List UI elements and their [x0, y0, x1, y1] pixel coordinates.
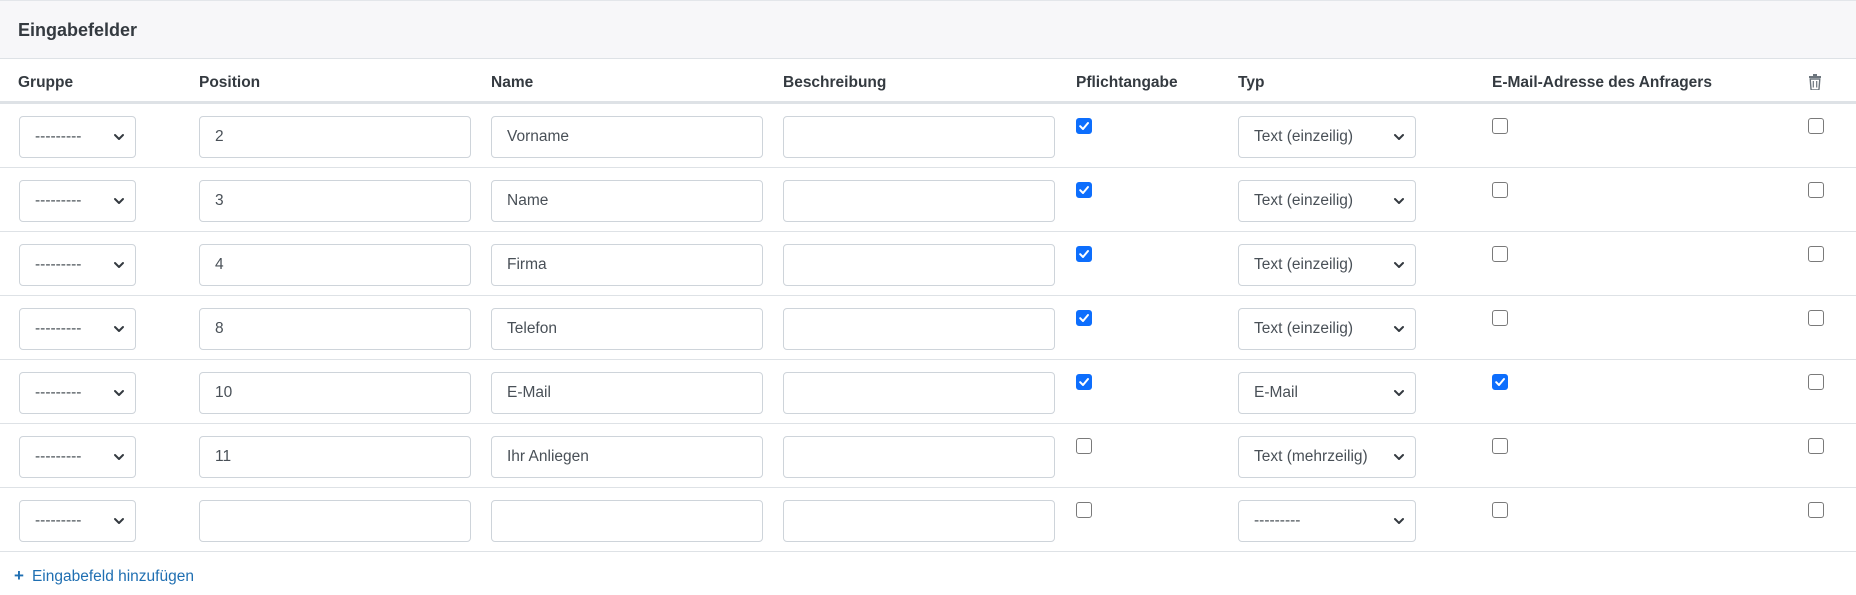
- beschreibung-input[interactable]: [783, 308, 1055, 350]
- pflichtangabe-checkbox[interactable]: [1076, 374, 1092, 390]
- position-input[interactable]: 10: [199, 372, 471, 414]
- beschreibung-input[interactable]: [783, 436, 1055, 478]
- pflichtangabe-checkbox[interactable]: [1076, 438, 1092, 454]
- chevron-down-icon: [1394, 390, 1404, 396]
- column-header-pflichtangabe: Pflichtangabe: [1076, 74, 1178, 91]
- email-checkbox[interactable]: [1492, 438, 1508, 454]
- position-input[interactable]: [199, 500, 471, 542]
- position-input[interactable]: 3: [199, 180, 471, 222]
- chevron-down-icon: [114, 134, 124, 140]
- beschreibung-input[interactable]: [783, 244, 1055, 286]
- email-checkbox[interactable]: [1492, 310, 1508, 326]
- add-field-link[interactable]: + Eingabefeld hinzufügen: [14, 566, 194, 586]
- table-row: --------- 8 Telefon Text (einzeilig): [0, 296, 1856, 360]
- typ-select[interactable]: Text (einzeilig): [1238, 308, 1416, 350]
- email-checkbox[interactable]: [1492, 374, 1508, 390]
- table-header: Gruppe Position Name Beschreibung Pflich…: [0, 59, 1856, 104]
- chevron-down-icon: [1394, 326, 1404, 332]
- card-title: Eingabefelder: [18, 20, 138, 40]
- typ-select[interactable]: ---------: [1238, 500, 1416, 542]
- trash-icon: [1809, 74, 1821, 90]
- beschreibung-input[interactable]: [783, 180, 1055, 222]
- chevron-down-icon: [1394, 454, 1404, 460]
- pflichtangabe-checkbox[interactable]: [1076, 182, 1092, 198]
- position-input[interactable]: 11: [199, 436, 471, 478]
- column-header-beschreibung: Beschreibung: [783, 74, 887, 91]
- chevron-down-icon: [114, 390, 124, 396]
- column-header-typ: Typ: [1238, 74, 1265, 91]
- typ-select[interactable]: Text (einzeilig): [1238, 244, 1416, 286]
- name-input[interactable]: Firma: [491, 244, 763, 286]
- delete-checkbox[interactable]: [1808, 502, 1824, 518]
- plus-icon: +: [14, 566, 24, 585]
- beschreibung-input[interactable]: [783, 372, 1055, 414]
- name-input[interactable]: Ihr Anliegen: [491, 436, 763, 478]
- typ-select[interactable]: Text (einzeilig): [1238, 116, 1416, 158]
- delete-checkbox[interactable]: [1808, 246, 1824, 262]
- gruppe-select[interactable]: ---------: [19, 372, 136, 414]
- email-checkbox[interactable]: [1492, 118, 1508, 134]
- table-row: --------- 4 Firma Text (einzeilig): [0, 232, 1856, 296]
- beschreibung-input[interactable]: [783, 500, 1055, 542]
- column-header-gruppe: Gruppe: [18, 74, 74, 91]
- email-checkbox[interactable]: [1492, 502, 1508, 518]
- add-field-label: Eingabefeld hinzufügen: [31, 568, 194, 585]
- beschreibung-input[interactable]: [783, 116, 1055, 158]
- chevron-down-icon: [114, 326, 124, 332]
- chevron-down-icon: [1394, 262, 1404, 268]
- name-input[interactable]: Vorname: [491, 116, 763, 158]
- typ-select[interactable]: Text (mehrzeilig): [1238, 436, 1416, 478]
- chevron-down-icon: [1394, 198, 1404, 204]
- table-row: --------- 2 Vorname Text (einzeilig): [0, 104, 1856, 168]
- delete-checkbox[interactable]: [1808, 310, 1824, 326]
- delete-checkbox[interactable]: [1808, 374, 1824, 390]
- chevron-down-icon: [114, 198, 124, 204]
- chevron-down-icon: [114, 262, 124, 268]
- position-input[interactable]: 8: [199, 308, 471, 350]
- column-header-email: E-Mail-Adresse des Anfragers: [1492, 74, 1712, 91]
- position-input[interactable]: 2: [199, 116, 471, 158]
- email-checkbox[interactable]: [1492, 246, 1508, 262]
- column-header-name: Name: [491, 74, 534, 91]
- pflichtangabe-checkbox[interactable]: [1076, 310, 1092, 326]
- delete-checkbox[interactable]: [1808, 182, 1824, 198]
- name-input[interactable]: Name: [491, 180, 763, 222]
- gruppe-select[interactable]: ---------: [19, 436, 136, 478]
- pflichtangabe-checkbox[interactable]: [1076, 502, 1092, 518]
- card-header: Eingabefelder: [0, 0, 1856, 59]
- position-input[interactable]: 4: [199, 244, 471, 286]
- gruppe-select[interactable]: ---------: [19, 500, 136, 542]
- name-input[interactable]: [491, 500, 763, 542]
- name-input[interactable]: E-Mail: [491, 372, 763, 414]
- delete-checkbox[interactable]: [1808, 118, 1824, 134]
- gruppe-select[interactable]: ---------: [19, 180, 136, 222]
- gruppe-select[interactable]: ---------: [19, 244, 136, 286]
- delete-checkbox[interactable]: [1808, 438, 1824, 454]
- table-row: --------- 3 Name Text (einzeilig): [0, 168, 1856, 232]
- typ-select[interactable]: Text (einzeilig): [1238, 180, 1416, 222]
- typ-select[interactable]: E-Mail: [1238, 372, 1416, 414]
- chevron-down-icon: [114, 454, 124, 460]
- table-row: --------- ---------: [0, 488, 1856, 552]
- pflichtangabe-checkbox[interactable]: [1076, 246, 1092, 262]
- table-row: --------- 11 Ihr Anliegen Text (mehrzeilig): [0, 424, 1856, 488]
- chevron-down-icon: [114, 518, 124, 524]
- name-input[interactable]: Telefon: [491, 308, 763, 350]
- chevron-down-icon: [1394, 518, 1404, 524]
- table-row: --------- 10 E-Mail E-Mail: [0, 360, 1856, 424]
- gruppe-select[interactable]: ---------: [19, 116, 136, 158]
- email-checkbox[interactable]: [1492, 182, 1508, 198]
- chevron-down-icon: [1394, 134, 1404, 140]
- gruppe-select[interactable]: ---------: [19, 308, 136, 350]
- pflichtangabe-checkbox[interactable]: [1076, 118, 1092, 134]
- column-header-position: Position: [199, 74, 261, 91]
